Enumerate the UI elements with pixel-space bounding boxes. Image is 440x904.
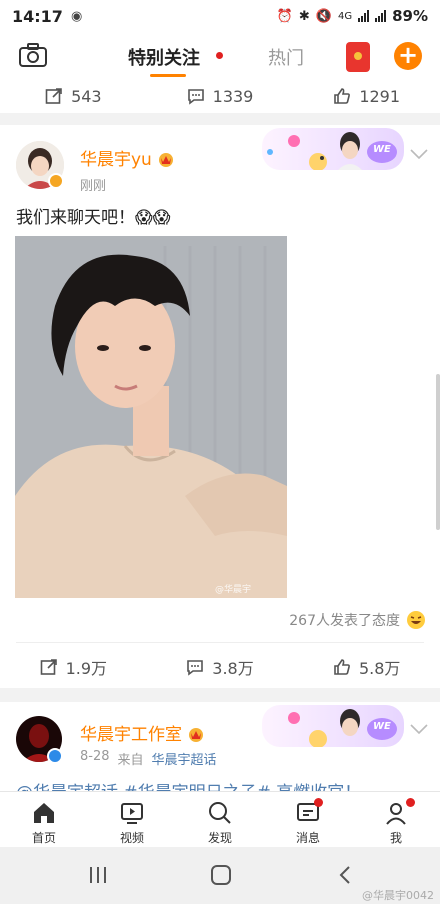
verified-badge-icon <box>48 173 64 189</box>
notification-dot <box>406 798 415 807</box>
fan-banner[interactable]: WE <box>262 128 404 170</box>
verified-badge-icon <box>47 748 63 764</box>
like-count: 1291 <box>359 86 401 106</box>
recent-apps-icon[interactable] <box>88 866 108 884</box>
image-watermark: @华晨宇 <box>215 585 252 595</box>
camera-icon[interactable] <box>18 42 48 68</box>
battery-level: 89% <box>392 7 428 25</box>
red-packet-icon[interactable] <box>346 42 370 72</box>
nav-discover[interactable]: 发现 <box>176 792 264 847</box>
repost-count: 543 <box>71 86 102 106</box>
comment-count: 3.8万 <box>212 659 254 678</box>
crown-icon <box>158 153 173 167</box>
selfie-image <box>15 236 287 598</box>
post-image[interactable]: @华晨宇 <box>15 236 287 598</box>
post-card-2: 华晨宇工作室 8-28 来自 华晨宇超话 WE @华晨宇超话 #华晨宇明日之子#… <box>0 702 440 791</box>
back-icon[interactable] <box>338 865 352 885</box>
signal-icon-2 <box>375 10 387 22</box>
divider <box>16 642 424 643</box>
home-button-icon[interactable] <box>210 864 232 886</box>
comment-button[interactable]: 1339 <box>147 78 294 114</box>
post-date: 8-28 <box>80 749 110 764</box>
nav-video[interactable]: 视频 <box>88 792 176 847</box>
compose-button[interactable]: + <box>394 42 422 70</box>
repost-count: 1.9万 <box>65 659 108 678</box>
top-navigation: 特别关注 热门 + <box>0 32 440 82</box>
repost-button[interactable]: 1.9万 <box>0 649 147 685</box>
signal-icon <box>358 10 370 22</box>
profile-icon <box>386 803 406 825</box>
like-button[interactable]: 1291 <box>293 78 440 114</box>
comment-icon <box>187 660 204 676</box>
crown-icon <box>189 728 204 742</box>
attitude-count: 267人发表了态度 <box>289 613 400 629</box>
fan-banner[interactable]: WE <box>262 705 404 747</box>
chevron-down-icon[interactable] <box>410 149 428 159</box>
user-name-row: 华晨宇工作室 <box>80 720 205 745</box>
nav-video-label: 视频 <box>119 831 144 845</box>
like-count: 5.8万 <box>358 659 401 678</box>
status-time: 14:17 <box>12 6 63 26</box>
post-card: 华晨宇yu 刚刚 WE 我们来聊天吧！😱😱 @华晨宇 267人发表了态度 1.9… <box>0 125 440 688</box>
watermark: @华晨宇0042 <box>362 889 434 902</box>
nav-profile-label: 我 <box>389 831 402 845</box>
nav-message[interactable]: 消息 <box>264 792 352 847</box>
banner-text: WE <box>373 144 391 155</box>
discover-icon <box>209 802 231 824</box>
nav-home-label: 首页 <box>31 831 56 845</box>
nav-profile[interactable]: 我 <box>352 792 440 847</box>
bottom-navigation: 首页 视频 发现 消息 我 <box>0 791 440 847</box>
bluetooth-icon: ✱ <box>298 8 310 24</box>
notification-dot <box>314 798 323 807</box>
scroll-handle[interactable] <box>436 374 440 530</box>
username[interactable]: 华晨宇工作室 <box>80 725 182 745</box>
chevron-down-icon[interactable] <box>410 724 428 734</box>
post-text: 我们来聊天吧！😱😱 <box>16 208 171 228</box>
like-button[interactable]: 5.8万 <box>293 649 440 685</box>
repost-icon <box>40 659 57 675</box>
nav-discover-label: 发现 <box>207 831 232 845</box>
tab-hot[interactable]: 热门 <box>268 44 304 70</box>
laugh-emoji-icon <box>407 611 425 629</box>
nav-home[interactable]: 首页 <box>0 792 88 847</box>
attitude-row[interactable]: 267人发表了态度 <box>289 610 426 630</box>
post-time: 刚刚 <box>80 179 107 194</box>
from-label: 来自 <box>117 753 144 768</box>
banner-text: WE <box>373 721 391 732</box>
mute-icon: 🔇 <box>315 8 332 24</box>
new-dot <box>216 52 223 59</box>
thumbs-up-icon <box>334 659 350 675</box>
repost-icon <box>45 88 62 104</box>
comment-count: 1339 <box>212 86 254 106</box>
thumbs-up-icon <box>334 88 351 104</box>
tab-special-follow[interactable]: 特别关注 <box>128 44 200 70</box>
active-tab-indicator <box>150 74 186 77</box>
username[interactable]: 华晨宇yu <box>80 150 152 170</box>
nav-message-label: 消息 <box>295 831 320 845</box>
repost-button[interactable]: 543 <box>0 78 147 114</box>
video-icon <box>121 803 143 824</box>
prev-post-actions: 543 1339 1291 <box>0 82 440 113</box>
network-type: 4G <box>337 10 353 22</box>
user-name-row: 华晨宇yu <box>80 145 175 170</box>
home-icon <box>34 803 54 823</box>
comment-icon <box>187 89 204 105</box>
alarm-icon: ⏰ <box>276 8 293 24</box>
post-meta: 8-28 来自 华晨宇超话 <box>80 749 217 768</box>
source-link[interactable]: 华晨宇超话 <box>152 749 217 768</box>
post-text-preview[interactable]: @华晨宇超话 #华晨宇明日之子# 高燃收官！ <box>16 778 361 791</box>
comment-button[interactable]: 3.8万 <box>147 649 294 685</box>
weibo-notify-icon: ◉ <box>70 8 83 24</box>
status-bar: 14:17 ◉ ⏰ ✱ 🔇 4G 89% <box>0 0 440 32</box>
